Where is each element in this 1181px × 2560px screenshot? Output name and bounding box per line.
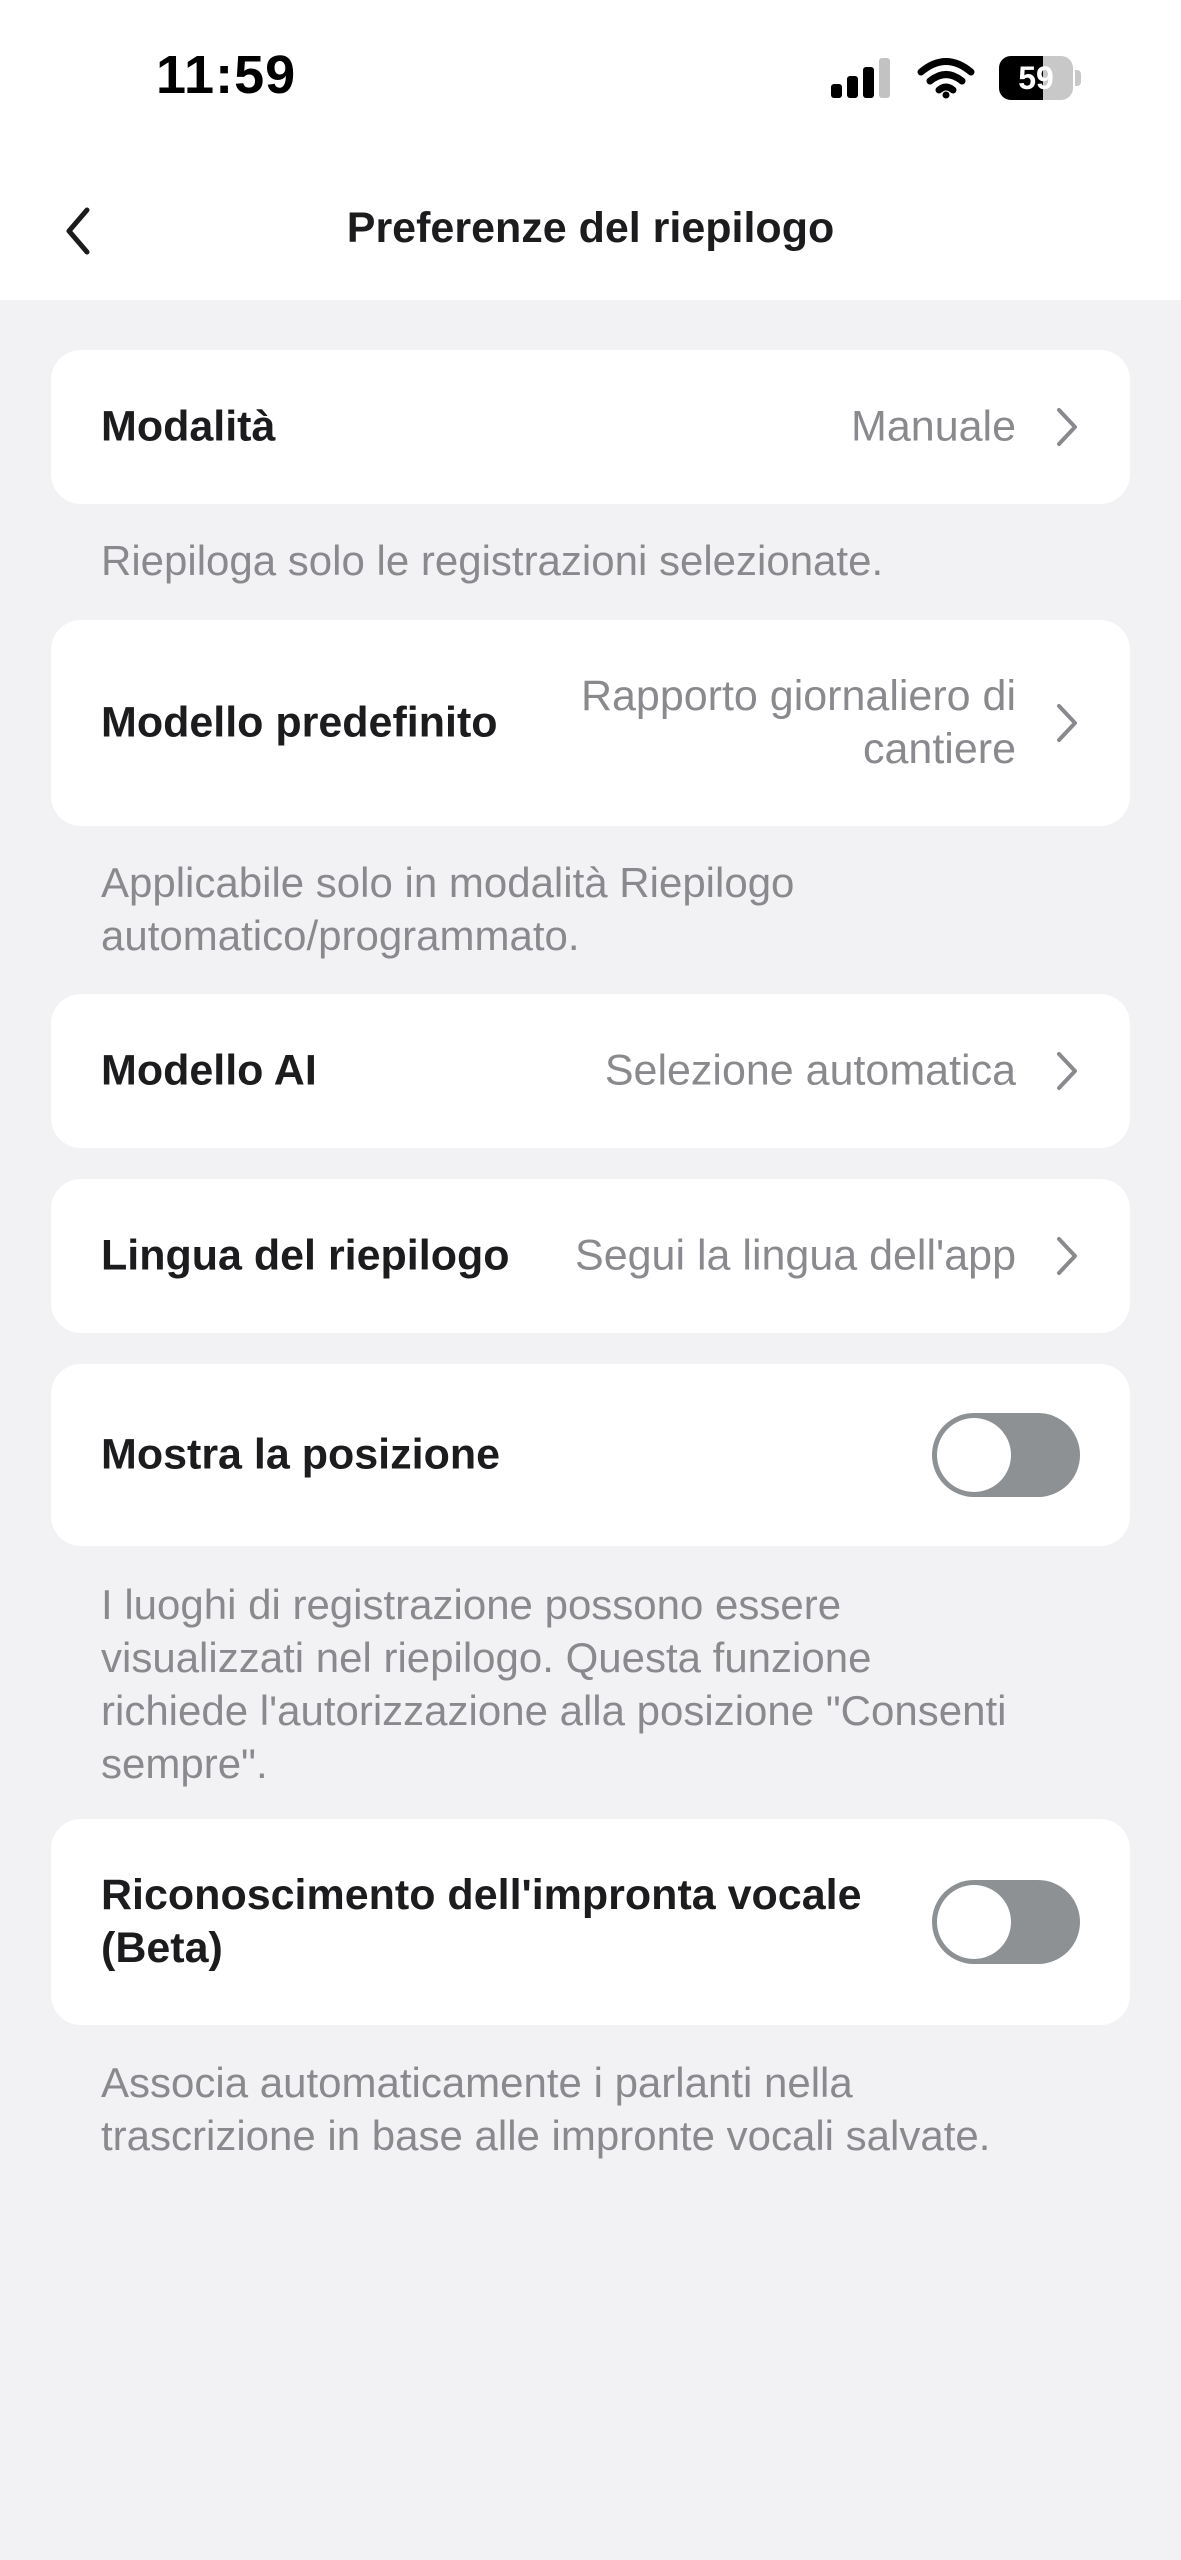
show-location-toggle[interactable] [932,1413,1080,1497]
note-line: Associa automaticamente i parlanti nella [101,2059,853,2106]
cellular-signal-icon [831,58,890,98]
summary-language-label: Lingua del riepilogo [101,1231,510,1280]
summary-language-value: Segui la lingua dell'app [575,1231,1016,1280]
chevron-right-icon [1052,1234,1082,1278]
default-template-value: Rapporto giornaliero di cantiere [581,670,1016,776]
page-title: Preferenze del riepilogo [346,204,835,252]
note-line: trascrizione in base alle impronte vocal… [101,2112,991,2159]
mode-note: Riepiloga solo le registrazioni selezion… [101,537,884,584]
battery-icon: 59 [999,56,1081,100]
toggle-knob [937,1418,1011,1492]
mode-label: Modalità [101,402,276,451]
summary-language-row[interactable]: Lingua del riepilogo Segui la lingua del… [51,1179,1130,1333]
show-location-label: Mostra la posizione [101,1430,501,1479]
show-location-note: I luoghi di registrazione possono essere… [101,1578,1111,1790]
note-line: sempre". [101,1740,268,1787]
note-line: I luoghi di registrazione possono essere [101,1581,842,1628]
note-line: richiede l'autorizzazione alla posizione… [101,1687,1007,1734]
note-line: automatico/programmato. [101,912,580,959]
status-time: 11:59 [156,45,297,105]
default-template-note: Applicabile solo in modalità Riepilogo a… [101,856,1111,962]
ai-model-value: Selezione automatica [604,1046,1016,1095]
toggle-knob [937,1885,1011,1959]
voiceprint-note: Associa automaticamente i parlanti nella… [101,2056,1111,2162]
voiceprint-label-line: (Beta) [101,1924,223,1972]
default-template-value-line: cantiere [863,725,1016,773]
wifi-icon [917,58,975,99]
chevron-right-icon [1052,1049,1082,1093]
default-template-label: Modello predefinito [101,698,498,747]
battery-percentage: 59 [1018,60,1054,96]
chevron-right-icon [1052,701,1082,745]
voiceprint-row: Riconoscimento dell'impronta vocale (Bet… [51,1819,1130,2025]
voiceprint-label-line: Riconoscimento dell'impronta vocale [101,1871,862,1919]
mode-value: Manuale [851,402,1016,451]
note-line: Applicabile solo in modalità Riepilogo [101,859,795,906]
ai-model-label: Modello AI [101,1046,317,1095]
header: 11:59 59 Preferenze del riepilogo [0,0,1181,300]
chevron-right-icon [1052,405,1082,449]
ai-model-row[interactable]: Modello AI Selezione automatica [51,994,1130,1148]
note-line: visualizzati nel riepilogo. Questa funzi… [101,1634,872,1681]
voiceprint-toggle[interactable] [932,1880,1080,1964]
mode-row[interactable]: Modalità Manuale [51,350,1130,504]
show-location-row: Mostra la posizione [51,1364,1130,1546]
status-icons: 59 [831,56,1081,100]
voiceprint-label: Riconoscimento dell'impronta vocale (Bet… [101,1869,862,1975]
default-template-row[interactable]: Modello predefinito Rapporto giornaliero… [51,620,1130,826]
default-template-value-line: Rapporto giornaliero di [580,672,1016,720]
